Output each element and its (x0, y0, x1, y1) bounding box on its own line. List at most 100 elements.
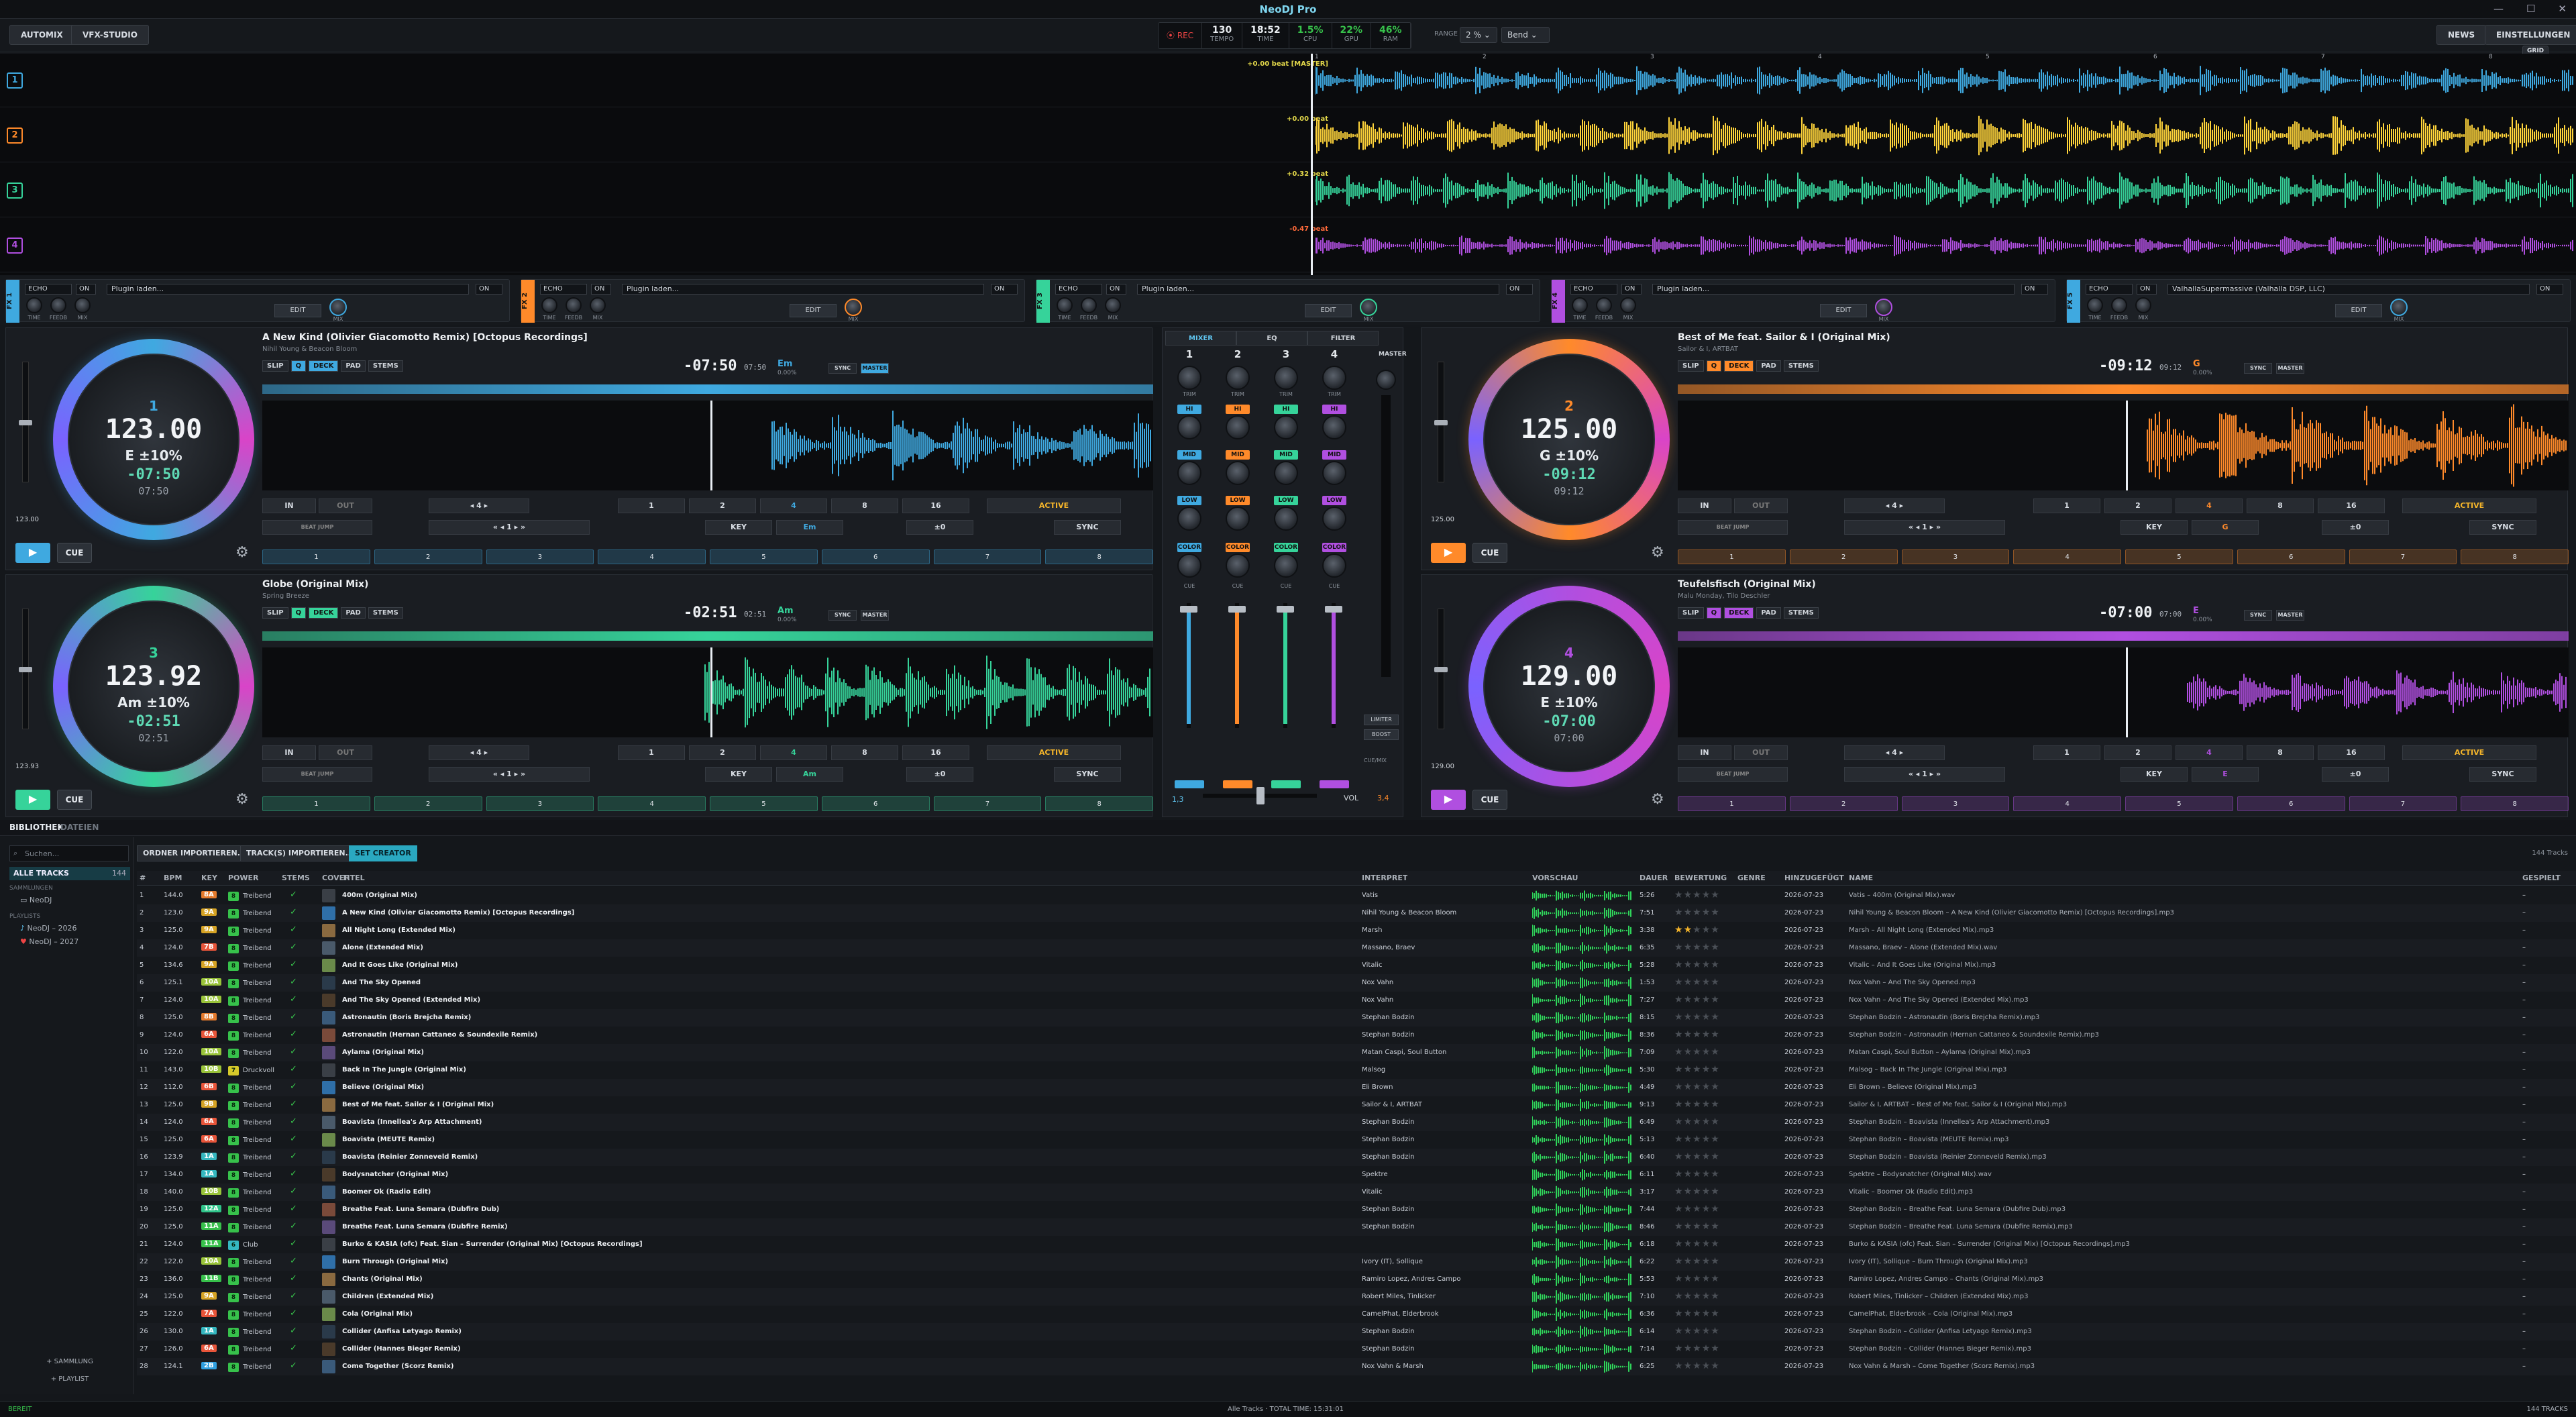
table-row[interactable]: 13 125.0 9B 8 Treibend ✓ Best of Me feat. Sail… (137, 1096, 2576, 1114)
star-icon[interactable]: ★ (1693, 1082, 1702, 1092)
jog-wheel[interactable]: 2 125.00 G ±10% -09:12 09:12 (1468, 339, 1670, 540)
fx-on-button[interactable]: ON (1621, 284, 1642, 295)
add-collection-button[interactable]: + SAMMLUNG (9, 1355, 130, 1369)
pitch-fader-cap[interactable] (19, 420, 32, 425)
eq-hi-knob[interactable] (1274, 415, 1298, 439)
loop-size-16[interactable]: 16 (2318, 498, 2385, 513)
star-icon[interactable]: ★ (1702, 1029, 1711, 1040)
channel-fader-cap[interactable] (1228, 606, 1246, 613)
overview-deck-2[interactable]: 2 +0.00 beat (0, 109, 2576, 162)
star-icon[interactable]: ★ (1702, 994, 1711, 1005)
star-icon[interactable]: ★ (1684, 942, 1693, 953)
loop-size-1[interactable]: 1 (2033, 745, 2100, 760)
tab-mixer[interactable]: MIXER (1165, 331, 1236, 346)
star-icon[interactable]: ★ (1711, 1204, 1720, 1214)
cue-button[interactable]: CUE (57, 790, 92, 810)
mode-pad-button[interactable]: PAD (341, 607, 366, 619)
star-icon[interactable]: ★ (1684, 1151, 1693, 1162)
eq-hi-knob[interactable] (1322, 415, 1346, 439)
loop-size-1[interactable]: 1 (2033, 498, 2100, 513)
table-row[interactable]: 25 122.0 7A 8 Treibend ✓ Cola (Original Mix) Ca… (137, 1306, 2576, 1323)
fx-effect-select[interactable]: ECHO (540, 284, 587, 295)
search-input[interactable]: Suchen... (9, 845, 129, 861)
column-header[interactable]: BPM (164, 874, 182, 882)
row-preview-waveform[interactable] (1532, 1308, 1633, 1321)
beat-jump-button[interactable]: BEAT JUMP (1678, 520, 1788, 535)
loop-active-button[interactable]: ACTIVE (2402, 498, 2536, 513)
table-row[interactable]: 1 144.0 8A 8 Treibend ✓ 400m (Original Mix) Vat… (137, 887, 2576, 904)
row-rating[interactable]: ★★★★★ (1674, 1204, 1720, 1214)
mode-stems-button[interactable]: STEMS (1783, 607, 1819, 619)
jump-size-select[interactable]: « ◂ 1 ▸ » (1844, 767, 2005, 782)
star-icon[interactable]: ★ (1693, 1326, 1702, 1336)
table-row[interactable]: 2 123.0 9A 8 Treibend ✓ A New Kind (Olivier Gi… (137, 904, 2576, 922)
fx-knob-time[interactable] (26, 297, 42, 313)
row-preview-waveform[interactable] (1532, 941, 1633, 955)
star-icon[interactable]: ★ (1702, 1221, 1711, 1232)
mode-q-button[interactable]: Q (290, 607, 307, 619)
jump-size-select[interactable]: « ◂ 1 ▸ » (429, 767, 590, 782)
star-icon[interactable]: ★ (1702, 1239, 1711, 1249)
fx-effect-select[interactable]: ECHO (2086, 284, 2133, 295)
eq-hi-knob[interactable] (1226, 415, 1250, 439)
column-header[interactable]: GESPIELT (2522, 874, 2561, 882)
row-preview-waveform[interactable] (1532, 1081, 1633, 1094)
row-rating[interactable]: ★★★★★ (1674, 1361, 1720, 1371)
star-icon[interactable]: ★ (1674, 994, 1684, 1005)
fx-knob-mix[interactable] (590, 297, 606, 313)
hotcue-pad-2[interactable]: 2 (1789, 796, 1898, 811)
star-icon[interactable]: ★ (1684, 1239, 1693, 1249)
boost-button[interactable]: BOOST (1364, 729, 1399, 740)
star-icon[interactable]: ★ (1684, 1029, 1693, 1040)
hotcue-pad-4[interactable]: 4 (2013, 549, 2121, 564)
beat-jump-button[interactable]: BEAT JUMP (262, 520, 372, 535)
play-button[interactable]: ▶ (1431, 790, 1466, 810)
star-icon[interactable]: ★ (1702, 1151, 1711, 1162)
gear-icon[interactable]: ⚙ (235, 791, 249, 808)
eq-low-knob[interactable] (1177, 507, 1201, 531)
star-icon[interactable]: ★ (1711, 1169, 1720, 1179)
fx-mix-knob[interactable] (1875, 299, 1892, 316)
loop-active-button[interactable]: ACTIVE (987, 498, 1121, 513)
loop-size-8[interactable]: 8 (831, 498, 898, 513)
hotcue-pad-8[interactable]: 8 (1045, 549, 1153, 564)
hotcue-pad-8[interactable]: 8 (1045, 796, 1153, 811)
row-preview-waveform[interactable] (1532, 1098, 1633, 1112)
row-preview-waveform[interactable] (1532, 1203, 1633, 1216)
fx-edit-button[interactable]: EDIT (1305, 304, 1352, 317)
star-icon[interactable]: ★ (1684, 1134, 1693, 1145)
channel-cue-button[interactable] (1320, 780, 1349, 788)
fx-knob-time[interactable] (1057, 297, 1073, 313)
fx-edit-button[interactable]: EDIT (790, 304, 837, 317)
row-rating[interactable]: ★★★★★ (1674, 1151, 1720, 1162)
column-header[interactable]: DAUER (1640, 874, 1668, 882)
waveform-overview-strip[interactable] (262, 384, 1153, 394)
master-button[interactable]: MASTER (861, 610, 889, 621)
table-row[interactable]: 15 125.0 6A 8 Treibend ✓ Boavista (MEUTE Remix… (137, 1131, 2576, 1149)
hotcue-pad-8[interactable]: 8 (2461, 549, 2569, 564)
star-icon[interactable]: ★ (1674, 1116, 1684, 1127)
play-button[interactable]: ▶ (15, 543, 50, 563)
table-row[interactable]: 9 124.0 6A 8 Treibend ✓ Astronautin (Hernan Ca… (137, 1027, 2576, 1044)
row-preview-waveform[interactable] (1532, 906, 1633, 920)
loop-out-button[interactable]: OUT (1734, 498, 1788, 513)
fx-knob-mix[interactable] (1105, 297, 1121, 313)
star-icon[interactable]: ★ (1674, 1239, 1684, 1249)
sidebar-item-playlist-2027[interactable]: ♥ NeoDJ – 2027 (9, 935, 130, 949)
sync-button-large[interactable]: SYNC (1054, 520, 1121, 535)
star-icon[interactable]: ★ (1693, 1134, 1702, 1145)
row-preview-waveform[interactable] (1532, 1133, 1633, 1147)
row-rating[interactable]: ★★★★★ (1674, 1064, 1720, 1075)
star-icon[interactable]: ★ (1674, 1221, 1684, 1232)
cue-button[interactable]: CUE (1472, 790, 1507, 810)
eq-low-knob[interactable] (1226, 507, 1250, 531)
table-row[interactable]: 7 124.0 10A 8 Treibend ✓ And The Sky Opened (E… (137, 992, 2576, 1009)
key-value[interactable]: G (2192, 520, 2259, 535)
star-icon[interactable]: ★ (1702, 925, 1711, 935)
table-row[interactable]: 21 124.0 11A 6 Club ✓ Burko & KASIA (ofc) Feat… (137, 1236, 2576, 1253)
star-icon[interactable]: ★ (1693, 1186, 1702, 1197)
table-row[interactable]: 3 125.0 9A 8 Treibend ✓ All Night Long (Extend… (137, 922, 2576, 939)
eq-mid-knob[interactable] (1322, 461, 1346, 485)
star-icon[interactable]: ★ (1702, 1343, 1711, 1354)
star-icon[interactable]: ★ (1674, 1326, 1684, 1336)
